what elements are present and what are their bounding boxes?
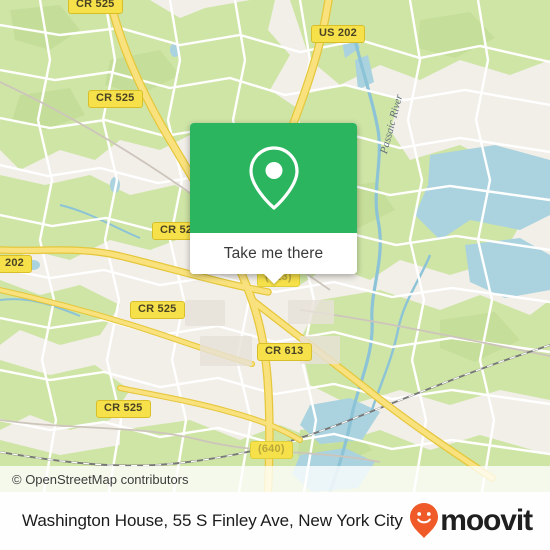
moovit-map-screenshot: CR 525 US 202 CR 525 CR 525 202 (613) CR… [0, 0, 550, 550]
moovit-smiley-pin-icon [410, 503, 439, 538]
location-pin-icon [248, 146, 299, 210]
shield-cr-613: CR 613 [257, 343, 312, 361]
shield-cr-525-lower: CR 525 [130, 301, 185, 319]
shield-202-left: 202 [0, 255, 32, 273]
place-popup-card[interactable]: Take me there [190, 123, 357, 284]
shield-cr-525-bottom: CR 525 [96, 400, 151, 418]
osm-attribution-text[interactable]: © OpenStreetMap contributors [0, 472, 189, 487]
moovit-logo[interactable]: moovit [409, 502, 550, 540]
shield-us-202: US 202 [311, 25, 365, 43]
place-title: Washington House, 55 S Finley Ave, New Y… [22, 511, 403, 530]
popup-card-header [190, 123, 357, 233]
shield-cr-525-top: CR 525 [68, 0, 123, 14]
take-me-there-label: Take me there [223, 244, 324, 262]
map-attribution-bar: © OpenStreetMap contributors [0, 466, 550, 492]
popup-card-tail [262, 273, 285, 284]
footer-bar: Washington House, 55 S Finley Ave, New Y… [0, 492, 550, 550]
shield-cr-525-upper: CR 525 [88, 90, 143, 108]
shield-640-paren: (640) [250, 441, 293, 459]
popup-card-action[interactable]: Take me there [190, 233, 357, 284]
moovit-wordmark: moovit [440, 504, 533, 537]
